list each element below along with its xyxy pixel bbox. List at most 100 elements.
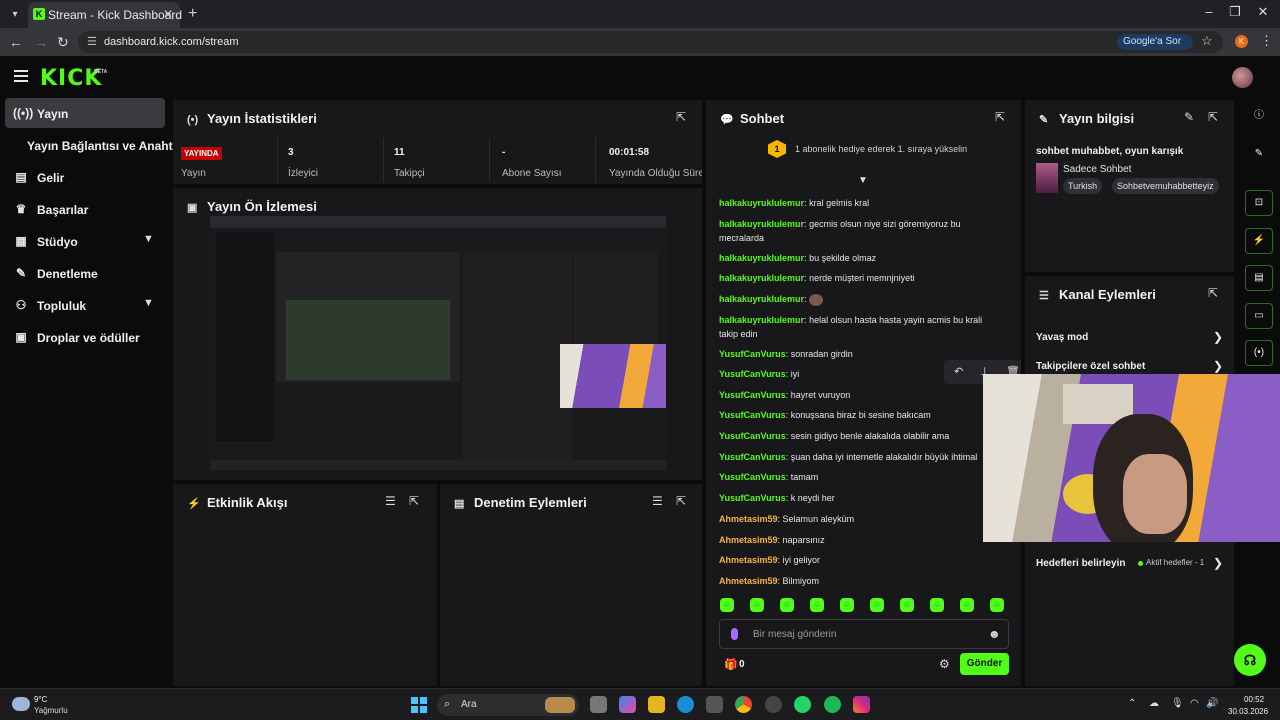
chat-message[interactable]: Ahmetasim59: Bilmiyom [719,574,989,588]
chat-username[interactable]: halkakuyruklulemur [719,198,804,208]
stream-preview-video[interactable] [210,216,666,470]
chrome-icon[interactable] [735,696,752,713]
broadcast-icon[interactable]: (•) [1245,340,1273,366]
chat-message[interactable]: YusufCanVurus: sesin gidiyo benle alakal… [719,429,989,443]
emote-button[interactable]: ☺ [750,598,764,612]
hamburger-menu-icon[interactable] [14,70,28,82]
emote-button[interactable]: ☺ [930,598,944,612]
filter-icon[interactable]: ☰ [385,494,396,508]
chat-username[interactable]: YusufCanVurus [719,369,786,379]
browser-tab[interactable]: K Stream - Kick Dashboard ✕ [28,2,182,28]
minimize-icon[interactable]: – [1196,4,1222,24]
popout-icon[interactable]: ⇱ [995,110,1005,124]
gift-leaderboard-banner[interactable]: 1 abonelik hediye ederek 1. sıraya yükse… [795,144,967,154]
chat-message[interactable]: YusufCanVurus: sonradan girdin [719,347,989,361]
chat-message[interactable]: Ahmetasim59: naparsınız [719,533,989,547]
edit-icon[interactable]: ✎ [1245,142,1273,168]
chat-username[interactable]: Ahmetasim59 [719,514,778,524]
goals-row[interactable]: Hedefleri belirleyin [1036,558,1125,569]
taskbar-search[interactable]: ⌕ Ara [437,694,579,716]
chat-username[interactable]: YusufCanVurus [719,390,786,400]
bolt-icon[interactable]: ⚡ [1245,228,1273,254]
pinned-expand-icon[interactable]: ▼ [858,175,868,186]
sidebar-item-denetleme[interactable]: ✎ Denetleme [5,258,165,288]
site-info-icon[interactable]: ☰ [87,35,97,48]
chat-username[interactable]: YusufCanVurus [719,472,786,482]
new-tab-icon[interactable]: + [188,5,197,23]
back-icon[interactable]: ← [9,34,23,50]
file-explorer-icon[interactable] [648,696,665,713]
weather-cloud-icon[interactable] [12,697,30,711]
user-avatar[interactable] [1232,67,1253,88]
chat-message[interactable]: YusufCanVurus: hayret vuruyon [719,388,989,402]
emote-button[interactable]: ☺ [870,598,884,612]
instagram-icon[interactable] [853,696,870,713]
tab-search-icon[interactable]: ▾ [6,5,24,23]
windows-start-icon[interactable] [411,697,427,713]
chat-username[interactable]: Ahmetasim59 [719,535,778,545]
profile-avatar[interactable]: K [1235,35,1248,48]
tray-expand-icon[interactable]: ⌃ [1128,698,1136,709]
popout-icon[interactable]: ⇱ [1208,110,1218,124]
chat-username[interactable]: halkakuyruklulemur [719,219,804,229]
chat-username[interactable]: YusufCanVurus [719,410,786,420]
chat-username[interactable]: YusufCanVurus [719,452,786,462]
chat-message[interactable]: halkakuyruklulemur: kral gelmis kral [719,196,989,210]
chat-username[interactable]: Ahmetasim59 [719,555,778,565]
restore-icon[interactable]: ❐ [1222,4,1248,24]
sidebar-item-topluluk[interactable]: ⚇ Topluluk ▼ [5,290,165,320]
document-icon[interactable]: ▤ [1245,265,1273,291]
store-icon[interactable] [706,696,723,713]
chevron-right-icon[interactable]: ❯ [1213,330,1223,344]
chat-message[interactable]: YusufCanVurus: tamam [719,470,989,484]
task-view-icon[interactable] [590,696,607,713]
edit-icon[interactable]: ✎ [1184,110,1194,124]
gear-icon[interactable]: ⚙ [939,657,950,671]
chat-message[interactable]: Ahmetasim59: Selamun aleyküm [719,512,989,526]
chat-username[interactable]: YusufCanVurus [719,349,786,359]
chat-username[interactable]: halkakuyruklulemur [719,315,804,325]
emote-button[interactable]: ☺ [780,598,794,612]
gift-icon[interactable]: 🎁 [724,658,738,671]
bookmark-star-icon[interactable]: ☆ [1201,33,1213,49]
screen-capture-icon[interactable]: ⊡ [1245,190,1273,216]
popout-icon[interactable]: ⇱ [1208,286,1218,300]
chat-icon[interactable]: ▭ [1245,303,1273,329]
chat-username[interactable]: YusufCanVurus [719,493,786,503]
chat-username[interactable]: Ahmetasim59 [719,576,778,586]
sidebar-item-basarilar[interactable]: ♛ Başarılar [5,194,165,224]
sidebar-item-gelir[interactable]: ▤ Gelir [5,162,165,192]
popout-icon[interactable]: ⇱ [409,494,419,508]
emote-button[interactable]: ☺ [960,598,974,612]
send-button[interactable]: Gönder [960,653,1009,675]
tag-chip[interactable]: Sohbetvemuhabbetteyiz [1112,178,1219,194]
emote-button[interactable]: ☺ [810,598,824,612]
reply-icon[interactable]: ↶ [954,365,963,378]
chat-message[interactable]: halkakuyruklulemur: [719,292,989,306]
chevron-right-icon[interactable]: ❯ [1213,359,1223,373]
chat-message[interactable]: halkakuyruklulemur: gecmis olsun niye si… [719,217,989,245]
chat-message[interactable]: Ahmetasim59: iyi geliyor [719,553,989,567]
chat-username[interactable]: halkakuyruklulemur [719,294,804,304]
chat-message[interactable]: YusufCanVurus: şuan daha iyi internetle … [719,450,1019,464]
google-ask-button[interactable]: Google'a Sor [1117,34,1193,50]
info-icon[interactable]: ⓘ [1245,104,1273,130]
chat-message-input[interactable]: Bir mesaj gönderin ☻ [719,619,1009,649]
spotify-icon[interactable] [824,696,841,713]
chevron-right-icon[interactable]: ❯ [1213,556,1223,570]
chat-username[interactable]: YusufCanVurus [719,431,786,441]
popout-icon[interactable]: ⇱ [676,110,686,124]
webcam-overlay[interactable] [983,374,1280,542]
clock-time[interactable]: 00:52 [1244,695,1264,704]
category-name[interactable]: Sadece Sohbet [1063,164,1131,175]
steam-icon[interactable] [765,696,782,713]
whatsapp-icon[interactable] [794,696,811,713]
support-headset-icon[interactable]: ☊ [1234,644,1266,676]
browser-menu-icon[interactable]: ⋮ [1260,33,1273,49]
chat-message[interactable]: halkakuyruklulemur: bu şekilde olmaz [719,251,989,265]
emote-button[interactable]: ☺ [990,598,1004,612]
sidebar-item-yayin[interactable]: ((•)) Yayın [5,98,165,128]
sidebar-item-studyo[interactable]: ▦ Stüdyo ▼ [5,226,165,256]
mic-icon[interactable] [731,628,738,640]
emoji-picker-icon[interactable]: ☻ [988,627,1001,641]
